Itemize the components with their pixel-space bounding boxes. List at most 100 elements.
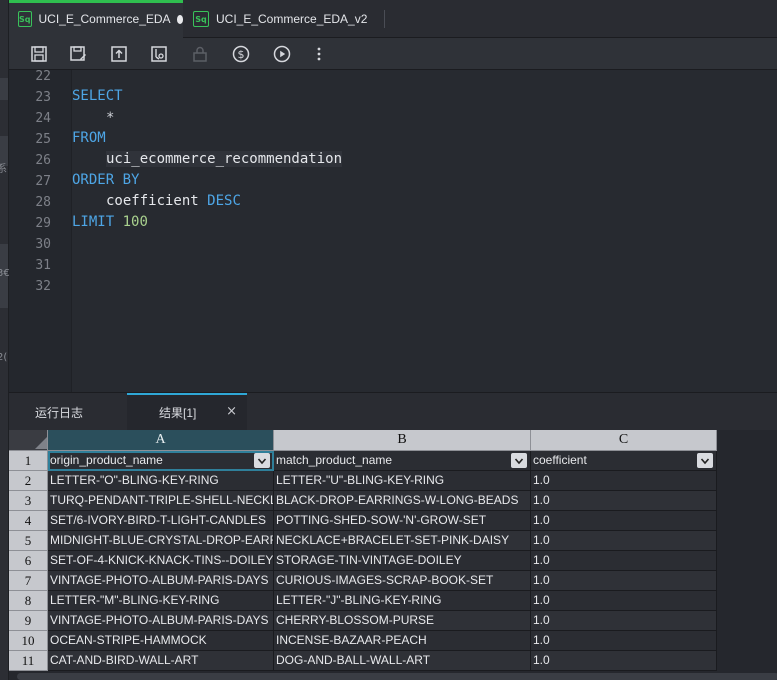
row-header[interactable]: 1 — [9, 451, 48, 471]
select-all-icon — [35, 437, 47, 449]
table-cell[interactable]: VINTAGE-PHOTO-ALBUM-PARIS-DAYS — [48, 611, 274, 631]
strip-block — [0, 78, 8, 100]
column-name-cell[interactable]: match_product_name — [274, 451, 531, 471]
sql-file-icon: Sq — [193, 11, 209, 27]
table-cell[interactable]: 1.0 — [531, 631, 717, 651]
row-header[interactable]: 5 — [9, 531, 48, 551]
save-icon — [31, 46, 47, 62]
sql-editor[interactable]: 22 23 24 25 26 27 28 29 30 31 32 SELECT … — [9, 70, 777, 392]
tab-uci-e-commerce-eda[interactable]: Sq UCI_E_Commerce_EDA — [9, 0, 183, 38]
cost-icon: $ — [232, 45, 250, 63]
table-cell[interactable]: SET/6-IVORY-BIRD-T-LIGHT-CANDLES — [48, 511, 274, 531]
table-cell[interactable]: 1.0 — [531, 511, 717, 531]
table-cell[interactable]: 1.0 — [531, 491, 717, 511]
filter-dropdown-icon[interactable] — [254, 453, 270, 468]
filter-dropdown-icon[interactable] — [697, 453, 713, 468]
svg-text:$: $ — [238, 48, 245, 61]
line-number: 26 — [35, 153, 51, 168]
table-cell[interactable]: LETTER-"O"-BLING-KEY-RING — [48, 471, 274, 491]
line-number: 28 — [35, 195, 51, 210]
table-cell[interactable]: LETTER-"J"-BLING-KEY-RING — [274, 591, 531, 611]
table-cell[interactable]: 1.0 — [531, 611, 717, 631]
line-number: 24 — [35, 111, 51, 126]
row-header[interactable]: 9 — [9, 611, 48, 631]
column-name-cell[interactable]: coefficient — [531, 451, 717, 471]
tab-divider — [384, 10, 385, 28]
column-name: origin_product_name — [50, 453, 163, 467]
row-header[interactable]: 3 — [9, 491, 48, 511]
column-name-cell[interactable]: origin_product_name — [48, 451, 274, 471]
filter-dropdown-icon[interactable] — [511, 453, 527, 468]
code-limit-value: 100 — [122, 214, 148, 230]
row-header[interactable]: 11 — [9, 651, 48, 671]
close-icon[interactable]: × — [226, 404, 237, 419]
table-cell[interactable]: SET-OF-4-KNICK-KNACK-TINS--DOILEY — [48, 551, 274, 571]
column-header-b[interactable]: B — [274, 430, 531, 451]
result-panel-tabs: 运行日志 结果[1] × — [9, 392, 777, 431]
run-button[interactable] — [272, 44, 292, 64]
row-header[interactable]: 7 — [9, 571, 48, 591]
line-number: 25 — [35, 132, 51, 147]
row-header[interactable]: 4 — [9, 511, 48, 531]
tab-label: 结果[1] — [159, 405, 197, 420]
editor-tab-bar: Sq UCI_E_Commerce_EDA Sq UCI_E_Commerce_… — [9, 0, 777, 38]
save-button[interactable] — [29, 44, 49, 64]
tab-uci-e-commerce-eda-v2[interactable]: Sq UCI_E_Commerce_EDA_v2 — [191, 0, 381, 38]
table-cell[interactable]: 1.0 — [531, 591, 717, 611]
more-button[interactable] — [309, 44, 329, 64]
row-header[interactable]: 2 — [9, 471, 48, 491]
tab-result-1[interactable]: 结果[1] × — [127, 393, 247, 431]
column-name: match_product_name — [276, 453, 393, 467]
table-cell[interactable]: INCENSE-BAZAAR-PEACH — [274, 631, 531, 651]
lock-button[interactable] — [190, 44, 210, 64]
horizontal-scrollbar[interactable] — [17, 673, 777, 680]
table-cell[interactable]: STORAGE-TIN-VINTAGE-DOILEY — [274, 551, 531, 571]
editor-toolbar: $ — [9, 38, 777, 70]
row-header[interactable]: 8 — [9, 591, 48, 611]
table-cell[interactable]: DOG-AND-BALL-WALL-ART — [274, 651, 531, 671]
row-header[interactable]: 6 — [9, 551, 48, 571]
result-grid: A B C 1 origin_product_name match_product_… — [9, 430, 777, 680]
table-cell[interactable]: 1.0 — [531, 471, 717, 491]
code-limit-line: LIMIT 100 — [72, 214, 148, 230]
table-cell[interactable]: LETTER-"U"-BLING-KEY-RING — [274, 471, 531, 491]
save-as-button[interactable] — [68, 44, 88, 64]
table-cell[interactable]: 1.0 — [531, 651, 717, 671]
column-name: coefficient — [533, 453, 587, 467]
row-header[interactable]: 10 — [9, 631, 48, 651]
background-window-strip: 系 3€ 2( — [0, 0, 10, 680]
table-cell[interactable]: POTTING-SHED-SOW-'N'-GROW-SET — [274, 511, 531, 531]
line-number: 22 — [35, 70, 51, 84]
table-cell[interactable]: LETTER-"M"-BLING-KEY-RING — [48, 591, 274, 611]
line-number: 23 — [35, 90, 51, 105]
table-cell[interactable]: 1.0 — [531, 531, 717, 551]
line-number-gutter: 22 23 24 25 26 27 28 29 30 31 32 — [9, 70, 72, 392]
table-cell[interactable]: CURIOUS-IMAGES-SCRAP-BOOK-SET — [274, 571, 531, 591]
code-limit-keyword: LIMIT — [72, 214, 115, 230]
tab-label: 运行日志 — [35, 405, 84, 420]
table-cell[interactable]: TURQ-PENDANT-TRIPLE-SHELL-NECKLACE — [48, 491, 274, 511]
table-cell[interactable]: CAT-AND-BIRD-WALL-ART — [48, 651, 274, 671]
table-cell[interactable]: 1.0 — [531, 571, 717, 591]
code-from-keyword: FROM — [72, 130, 106, 146]
strip-glyph: 系 — [0, 164, 7, 175]
table-cell[interactable]: VINTAGE-PHOTO-ALBUM-PARIS-DAYS — [48, 571, 274, 591]
grid-corner[interactable] — [9, 430, 48, 451]
line-number: 27 — [35, 174, 51, 189]
cost-estimate-button[interactable]: $ — [231, 44, 251, 64]
table-cell[interactable]: 1.0 — [531, 551, 717, 571]
sql-file-icon: Sq — [18, 11, 32, 27]
table-cell[interactable]: CHERRY-BLOSSOM-PURSE — [274, 611, 531, 631]
tab-run-log[interactable]: 运行日志 — [35, 393, 125, 431]
upload-button[interactable] — [109, 44, 129, 64]
table-cell[interactable]: BLACK-DROP-EARRINGS-W-LONG-BEADS — [274, 491, 531, 511]
line-number: 30 — [35, 237, 51, 252]
column-header-c[interactable]: C — [531, 430, 717, 451]
format-button[interactable] — [149, 44, 169, 64]
table-cell[interactable]: OCEAN-STRIPE-HAMMOCK — [48, 631, 274, 651]
table-cell[interactable]: MIDNIGHT-BLUE-CRYSTAL-DROP-EARRINGS — [48, 531, 274, 551]
column-header-a[interactable]: A — [48, 430, 274, 451]
table-cell[interactable]: NECKLACE+BRACELET-SET-PINK-DAISY — [274, 531, 531, 551]
code-table-name: uci_ecommerce_recommendation — [106, 151, 343, 167]
tab-label: UCI_E_Commerce_EDA_v2 — [216, 12, 368, 26]
